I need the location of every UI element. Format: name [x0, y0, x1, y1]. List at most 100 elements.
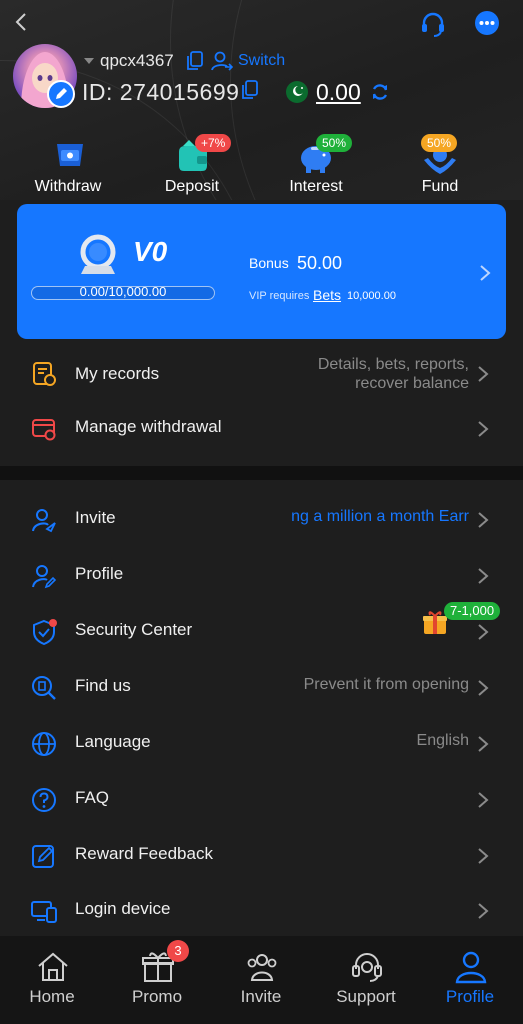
refresh-balance-button[interactable]: [370, 82, 390, 102]
security-center-label: Security Center: [75, 620, 193, 639]
bottom-nav: Home 3 Promo Invite Support Profile: [0, 936, 523, 1024]
switch-account-icon-wrap[interactable]: [211, 50, 233, 72]
find-us-label: Find us: [75, 676, 131, 695]
bonus-value: 50.00: [297, 253, 343, 273]
find-us-hint: Prevent it from opening: [303, 676, 469, 693]
vip-card[interactable]: V0 0.00/10,000.00 Bonus 50.00 VIP requir…: [17, 204, 506, 339]
chevron-right-icon: [478, 512, 489, 528]
customer-service-button[interactable]: [419, 10, 447, 38]
chevron-right-icon: [478, 792, 489, 808]
vip-level: V0: [133, 236, 168, 267]
language-value: English: [416, 732, 469, 749]
invite-label: Invite: [75, 508, 116, 527]
refresh-icon: [372, 84, 388, 100]
wallet-balance: 0.00: [316, 79, 361, 105]
chevron-right-icon: [478, 736, 489, 752]
deposit-badge: +7%: [195, 134, 232, 152]
manage-withdrawal-row[interactable]: Manage withdrawal: [0, 401, 523, 457]
my-records-hint: Details, bets, reports, recover balance: [318, 355, 469, 393]
nav-home[interactable]: Home: [0, 936, 104, 1024]
message-button[interactable]: [473, 10, 501, 38]
promo-badge: 3: [167, 940, 189, 962]
bonus-label: Bonus: [249, 255, 289, 271]
chevron-right-icon: [478, 568, 489, 584]
faq-label: FAQ: [75, 788, 110, 807]
chevron-right-icon: [478, 366, 489, 382]
chevron-right-icon: [478, 680, 489, 696]
user-icon: [455, 951, 487, 984]
group-icon: [247, 954, 277, 981]
interest-label: Interest: [289, 178, 343, 195]
security-reward-badge: 7-1,000: [444, 602, 501, 620]
nav-profile-label: Profile: [445, 987, 495, 1006]
nav-invite[interactable]: Invite: [209, 936, 313, 1024]
fund-badge: 50%: [421, 134, 458, 152]
find-us-row[interactable]: Find us Prevent it from opening: [0, 660, 523, 716]
pencil-icon: [56, 88, 67, 99]
profile-edit-icon: [32, 565, 57, 589]
faq-row[interactable]: FAQ: [0, 772, 523, 828]
copy-username-button[interactable]: [186, 51, 204, 71]
id-label: ID:: [82, 79, 113, 105]
security-center-row[interactable]: Security Center 7-1,000: [0, 602, 523, 660]
vip-progress-text: 0.00/10,000.00: [79, 284, 167, 299]
chevron-right-icon: [478, 624, 489, 640]
profile-row[interactable]: Profile: [0, 548, 523, 604]
my-records-row[interactable]: My records Details, bets, reports, recov…: [0, 346, 523, 402]
my-records-label: My records: [75, 364, 160, 383]
vip-requires-value: 10,000.00: [347, 290, 396, 302]
vip-medal-icon: [80, 234, 116, 274]
deposit-label: Deposit: [164, 178, 220, 195]
switch-user-icon: [211, 51, 233, 71]
headset-icon: [352, 953, 382, 982]
pakistan-flag-icon: [286, 81, 308, 103]
nav-support[interactable]: Support: [314, 936, 418, 1024]
nav-invite-label: Invite: [240, 987, 282, 1006]
nav-promo-label: Promo: [131, 987, 183, 1006]
nav-profile[interactable]: Profile: [418, 936, 522, 1024]
nav-promo[interactable]: 3 Promo: [105, 936, 209, 1024]
nav-support-label: Support: [336, 987, 396, 1006]
nav-home-label: Home: [29, 987, 75, 1006]
headset-icon: [422, 12, 444, 37]
user-id: ID: 274015699: [82, 79, 239, 106]
invite-user-icon: [32, 509, 56, 533]
shield-icon: [33, 619, 57, 645]
devices-icon: [31, 901, 57, 923]
invite-row[interactable]: Invite ng a million a month Earr: [0, 492, 523, 548]
copy-icon: [187, 51, 203, 70]
chat-bubble-icon: [475, 11, 499, 35]
card-settings-icon: [32, 419, 56, 441]
caret-down-icon: [84, 58, 94, 64]
home-icon: [38, 952, 68, 981]
withdraw-icon: [57, 144, 83, 166]
my-records-hint-line2: recover balance: [355, 375, 469, 392]
edit-avatar-button[interactable]: [47, 80, 75, 108]
reward-feedback-row[interactable]: Reward Feedback: [0, 828, 523, 884]
login-device-row[interactable]: Login device: [0, 883, 523, 939]
edit-note-icon: [32, 845, 54, 868]
chevron-right-icon: [478, 421, 489, 437]
back-button[interactable]: [10, 10, 34, 34]
copy-icon: [242, 80, 258, 99]
bets-link[interactable]: Bets: [313, 287, 341, 303]
chevron-right-icon: [478, 903, 489, 919]
chevron-right-icon: [480, 265, 491, 281]
manage-withdrawal-label: Manage withdrawal: [75, 417, 222, 436]
my-records-hint-line1: Details, bets, reports,: [317, 356, 469, 373]
globe-icon: [32, 732, 56, 756]
reward-feedback-label: Reward Feedback: [75, 844, 213, 863]
language-row[interactable]: Language English: [0, 716, 523, 772]
question-circle-icon: [32, 788, 56, 812]
profile-label: Profile: [75, 564, 124, 583]
search-building-icon: [32, 676, 56, 700]
withdraw-label: Withdraw: [34, 178, 102, 195]
copy-id-button[interactable]: [241, 80, 259, 100]
language-label: Language: [75, 732, 151, 751]
vip-requires-label: VIP requires: [249, 290, 310, 302]
records-icon: [33, 362, 56, 386]
chevron-left-icon: [15, 13, 26, 31]
chevron-right-icon: [478, 848, 489, 864]
fund-label: Fund: [421, 178, 459, 195]
switch-account-link[interactable]: Switch: [238, 52, 285, 70]
